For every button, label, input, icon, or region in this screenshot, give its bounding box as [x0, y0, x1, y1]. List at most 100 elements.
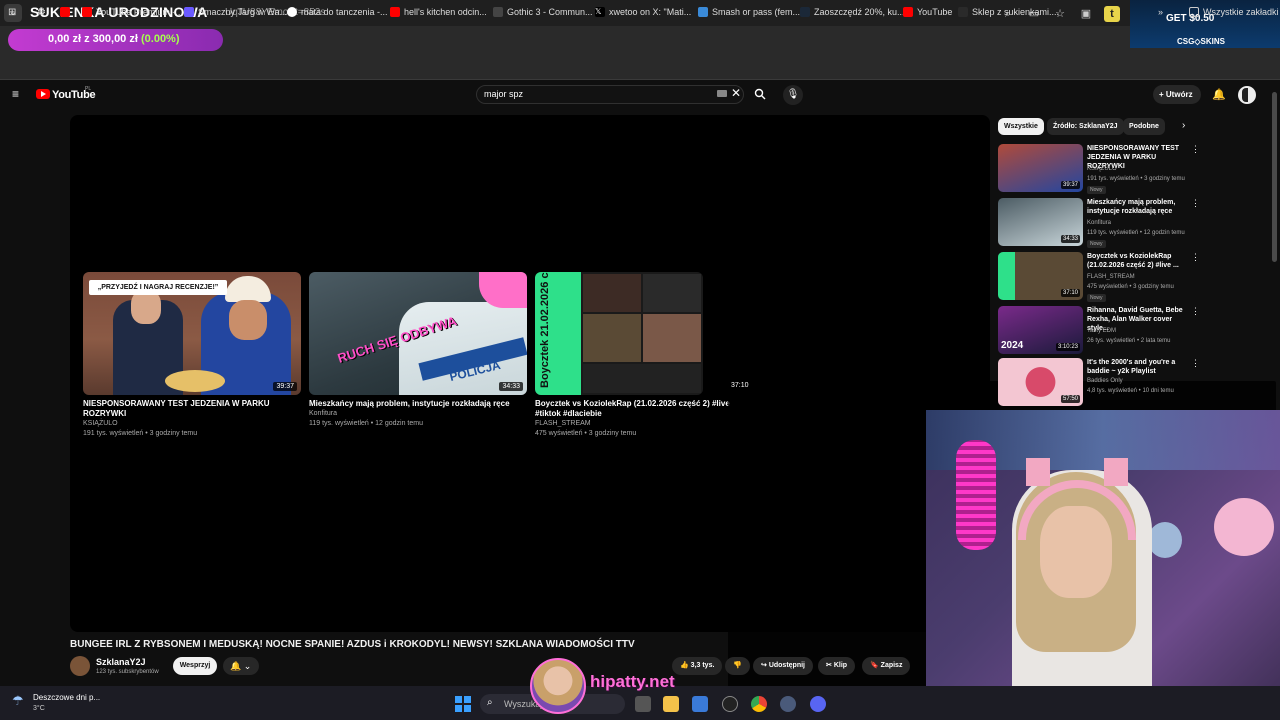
windows-start-icon[interactable] [455, 696, 471, 712]
create-button[interactable]: + Utwórz [1153, 85, 1201, 104]
subscription-bell-button[interactable]: 🔔 ⌄ [223, 657, 259, 675]
channel-avatar[interactable] [70, 656, 90, 676]
apps-grid-icon[interactable]: ⊞ [8, 7, 16, 18]
channel-name[interactable]: SzklanaY2J [96, 657, 146, 667]
bookmark-3[interactable]: mata do tanczenia -... [287, 7, 388, 17]
bookmark-1[interactable]: YouTube Premium -... [82, 7, 183, 17]
dislike-button[interactable]: 👎 [725, 657, 750, 675]
weather-rain-icon[interactable]: ☂ [12, 694, 28, 708]
youtube-icon [903, 7, 913, 17]
more-options-icon[interactable]: ⋮ [1191, 144, 1200, 155]
notifications-bell-icon[interactable]: 🔔 [1212, 88, 1226, 101]
endscreen-channel: KSIĄŻULO [83, 420, 118, 427]
more-options-icon[interactable]: ⋮ [1191, 252, 1200, 263]
related-channel: FLASH_STREAM [1087, 274, 1135, 280]
bookmark-8[interactable]: Zaoszczędź 20%, ku... [800, 7, 905, 17]
weather-title[interactable]: Deszczowe dni p... [33, 693, 100, 702]
youtube-logo-icon[interactable] [36, 89, 50, 99]
account-avatar[interactable] [1238, 86, 1256, 104]
related-video-2[interactable]: 34:33 Mieszkańcy mają problem, instytucj… [998, 198, 1268, 248]
screen: ⌄ SUKIENKA URODZINOWA UqJU88YEmo&t=852s … [0, 0, 1280, 720]
save-button[interactable]: 🔖 Zapisz [862, 657, 911, 675]
endscreen-channel: FLASH_STREAM [535, 420, 591, 427]
related-thumbnail: 37:10 [998, 252, 1083, 300]
bookmark-2[interactable]: Smaczny Targ w Wa... [184, 7, 287, 17]
site-icon [184, 7, 194, 17]
bookmarks-overflow-icon[interactable]: » [1158, 7, 1163, 17]
endscreen-thumbnail: Boycztek 21.02.2026 część 2 [535, 272, 703, 395]
steam-icon [800, 7, 810, 17]
hamburger-menu-icon[interactable]: ≡ [12, 88, 24, 100]
bookmark-9[interactable]: YouTube [903, 7, 952, 17]
new-badge: Nowy [1087, 294, 1106, 302]
related-channel: Tasty EDM [1087, 328, 1117, 334]
scissors-icon: ✂ [826, 662, 834, 669]
clear-search-icon[interactable]: ✕ [731, 87, 741, 99]
endscreen-video-3[interactable]: Boycztek 21.02.2026 część 2 Boycztek vs … [535, 272, 753, 439]
file-explorer-icon[interactable] [663, 696, 679, 712]
thumbs-up-icon: 👍 [680, 662, 691, 669]
thumbnail-side-text: Boycztek 21.02.2026 część 2 [539, 272, 551, 388]
related-video-4[interactable]: 2024 3:10:23 Rihanna, David Guetta, Bebe … [998, 306, 1268, 356]
youtube-bookmark-icon[interactable] [60, 7, 70, 17]
related-title: It's the 2000's and you're a baddie ~ y2… [1087, 359, 1176, 375]
page-scrollbar[interactable] [1272, 92, 1277, 262]
donation-goal: 300,00 zł [92, 33, 138, 45]
extension-yellow-icon[interactable]: t [1104, 6, 1120, 22]
bookmarks-bar [0, 54, 1280, 80]
duration-badge: 3:10:23 [1055, 343, 1080, 351]
related-video-3[interactable]: 37:10 Boycztek vs KoziolekRap (21.02.202… [998, 252, 1268, 302]
share-button[interactable]: ↪ Udostępnij [753, 657, 813, 675]
bookmark-icon: 🔖 [870, 662, 881, 669]
more-options-icon[interactable]: ⋮ [1191, 198, 1200, 209]
related-meta: 4,8 tys. wyświetleń • 10 dni temu [1087, 388, 1174, 394]
thumbs-down-icon: 👎 [733, 662, 742, 669]
support-button[interactable]: Wesprzyj [173, 657, 217, 675]
chrome-icon[interactable] [751, 696, 767, 712]
keyboard-icon[interactable] [717, 90, 727, 97]
bookmark-10[interactable]: Sklep z sukienkami.... [958, 7, 1059, 17]
duration-badge: 34:33 [1060, 235, 1080, 243]
ad-brand: CSG◇SKINS [1177, 37, 1225, 46]
related-meta: 191 tys. wyświetleń • 3 godziny temu [1087, 176, 1185, 182]
endscreen-meta: 475 wyświetleń • 3 godziny temu [535, 430, 637, 437]
related-thumbnail: 2024 3:10:23 [998, 306, 1083, 354]
all-bookmarks[interactable]: Wszystkie zakładki [1189, 7, 1279, 17]
app-icon[interactable] [722, 696, 738, 712]
extension-icon[interactable]: ▣ [1078, 6, 1094, 22]
settings-bookmark-icon[interactable]: ⚙ [37, 7, 46, 18]
endscreen-video-2[interactable]: POLICJA RUCH SIĘ ODBYWA 34:33 Mieszkańcy… [309, 272, 527, 429]
related-video-5[interactable]: 57:50 It's the 2000's and you're a baddi… [998, 358, 1268, 408]
thumbnail-banner-text: „PRZYJEDŹ I NAGRAJ RECENZJE!” [89, 280, 227, 295]
clip-button[interactable]: ✂ Klip [818, 657, 856, 675]
settings-icon[interactable] [780, 696, 796, 712]
bookmark-6[interactable]: 𝕏xwetoo on X: "Mati... [595, 7, 691, 17]
bookmark-7[interactable]: Smash or pass (fem... [698, 7, 800, 17]
endscreen-video-1[interactable]: „PRZYJEDŹ I NAGRAJ RECENZJE!” 39:37 NIES… [83, 272, 301, 439]
streamer-logo [530, 658, 586, 714]
watermark-text: hipatty.net [590, 672, 675, 691]
endscreen-meta: 191 tys. wyświetleń • 3 godziny temu [83, 430, 198, 437]
bookmark-5[interactable]: Gothic 3 - Commun... [493, 7, 593, 17]
task-view-icon[interactable] [635, 696, 651, 712]
endscreen-thumbnail: „PRZYJEDŹ I NAGRAJ RECENZJE!” 39:37 [83, 272, 301, 395]
bookmark-4[interactable]: hell's kitchen odcin... [390, 7, 487, 17]
like-button[interactable]: 👍 3,3 tys. [672, 657, 723, 675]
youtube-icon [82, 7, 92, 17]
related-video-1[interactable]: 39:37 NIESPONSORAWANY TEST JEDZENIA W PA… [998, 144, 1268, 194]
new-badge: Nowy [1087, 186, 1106, 194]
chip-related[interactable]: Podobne [1123, 118, 1165, 135]
more-options-icon[interactable]: ⋮ [1191, 358, 1200, 369]
store-icon[interactable] [692, 696, 708, 712]
discord-icon[interactable] [810, 696, 826, 712]
donation-percent: (0.00%) [140, 33, 180, 45]
chip-all[interactable]: Wszystkie [998, 118, 1044, 135]
more-options-icon[interactable]: ⋮ [1191, 306, 1200, 317]
chevron-down-icon: ⌄ [241, 661, 252, 671]
bell-icon: 🔔 [230, 661, 242, 671]
endscreen-title: Mieszkańcy mają problem, instytucje rozk… [309, 399, 510, 408]
microphone-icon[interactable]: 🎙 [783, 85, 803, 105]
chevron-right-icon[interactable]: › [1182, 120, 1185, 131]
chip-source[interactable]: Źródło: SzklanaY2J [1047, 118, 1124, 135]
search-icon[interactable] [754, 88, 766, 100]
